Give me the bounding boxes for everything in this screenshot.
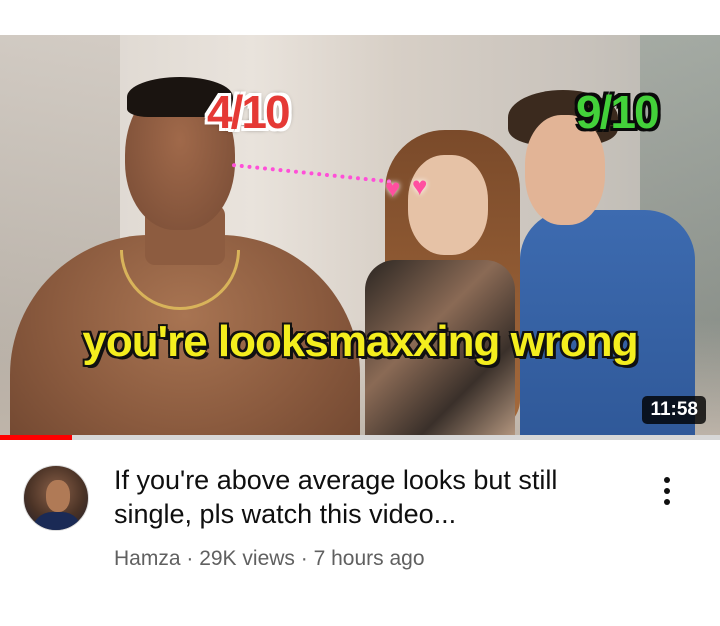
channel-name[interactable]: Hamza <box>114 547 181 570</box>
avatar-face <box>46 480 70 512</box>
separator: · <box>180 547 200 570</box>
view-count: 29K views <box>199 547 295 570</box>
separator: · <box>294 547 314 570</box>
more-options-button[interactable] <box>650 469 684 513</box>
duration-badge: 11:58 <box>642 396 706 424</box>
upload-age: 7 hours ago <box>313 547 425 570</box>
thumbnail-caption: you're looksmaxxing wrong <box>82 317 638 366</box>
watch-progress-fill <box>0 435 72 440</box>
avatar-shirt <box>32 512 82 530</box>
vertical-ellipsis-icon <box>664 487 670 494</box>
video-meta: If you're above average looks but still … <box>0 455 720 585</box>
rating-right: 9/10 <box>576 86 660 138</box>
heart-icon: ♥ <box>385 173 401 203</box>
watch-progress-bar <box>0 435 720 440</box>
channel-avatar[interactable] <box>23 465 89 531</box>
video-thumbnail[interactable]: ♥ ♥ 4/10 9/10 you're looksmaxxing wrong … <box>0 35 720 440</box>
video-subtitle: Hamza · 29K views · 7 hours ago <box>114 547 425 571</box>
video-title[interactable]: If you're above average looks but still … <box>114 463 634 531</box>
heart-icon: ♥ <box>412 171 428 201</box>
vertical-ellipsis-icon <box>664 477 670 484</box>
vertical-ellipsis-icon <box>664 498 670 505</box>
rating-left: 4/10 <box>207 86 291 138</box>
woman-face <box>408 155 488 255</box>
gaze-dotted-line <box>231 163 392 184</box>
